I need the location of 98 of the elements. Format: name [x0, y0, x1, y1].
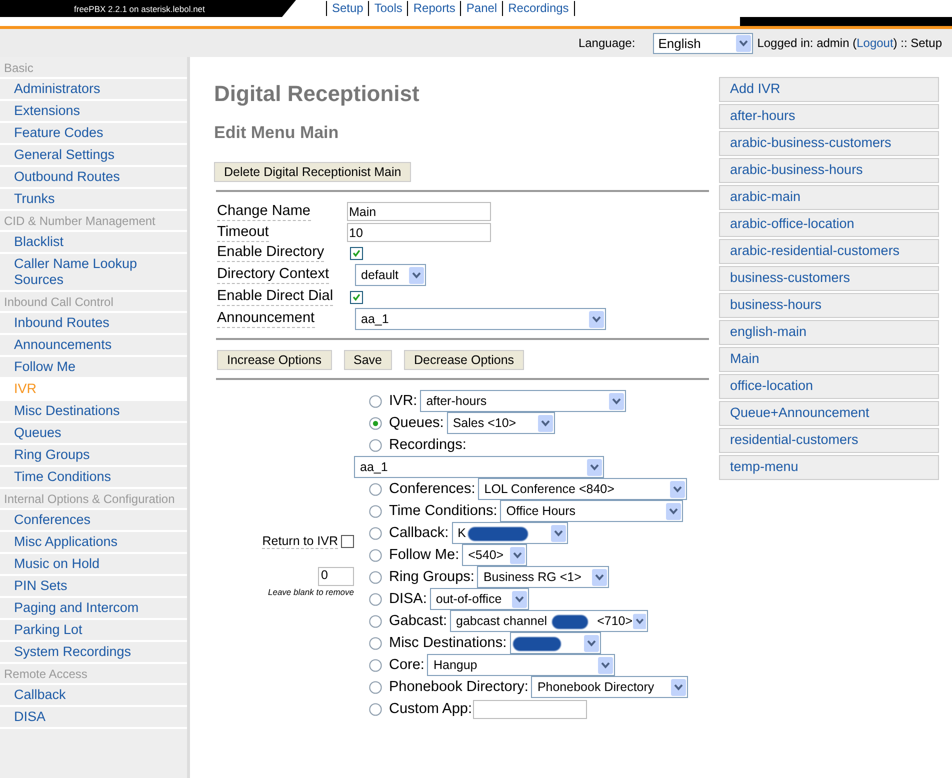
language-dropdown[interactable]: English — [653, 32, 754, 54]
nav-link[interactable]: Setup — [326, 1, 368, 16]
sidebar-item[interactable]: Misc Applications — [0, 532, 187, 554]
checkbox-label: Return to IVR — [262, 534, 338, 548]
sidebar-item[interactable]: Caller Name Lookup Sources — [0, 254, 187, 292]
dropdown[interactable]: <540> — [462, 544, 528, 566]
dropdown[interactable]: Business RG <1> — [477, 566, 610, 588]
sidebar-heading: Remote Access — [0, 664, 187, 685]
option-label: DISA: — [389, 591, 427, 607]
dropdown[interactable]: Hangup — [427, 654, 616, 676]
sidebar-item[interactable]: System Recordings — [0, 642, 187, 664]
input-field[interactable]: 10 — [347, 223, 491, 242]
ivr-link[interactable]: arabic-residential-customers — [719, 239, 939, 264]
option-label: Gabcast: — [389, 613, 448, 629]
ivr-link[interactable]: arabic-business-hours — [719, 158, 939, 183]
option-label: Phonebook Directory: — [389, 679, 528, 695]
option-label: Callback: — [389, 525, 449, 541]
field-label: Directory Context — [217, 266, 330, 284]
action-button[interactable]: Decrease Options — [404, 350, 524, 370]
sidebar-item[interactable]: Outbound Routes — [0, 167, 187, 189]
sidebar-heading: Inbound Call Control — [0, 292, 187, 313]
field-label: Change Name — [217, 202, 310, 220]
option-label: Follow Me: — [389, 547, 460, 563]
sidebar-item[interactable]: Conferences — [0, 510, 187, 532]
sidebar-item[interactable]: Administrators — [0, 79, 187, 101]
action-button[interactable]: Save — [344, 350, 392, 370]
sidebar-item[interactable]: Extensions — [0, 101, 187, 123]
option-label: Core: — [389, 657, 424, 673]
input-field[interactable]: 0 — [318, 566, 354, 586]
dropdown[interactable]: after-hours — [420, 390, 626, 412]
field-label: Enable Direct Dial — [217, 288, 334, 306]
dropdown[interactable]: default — [355, 264, 426, 286]
ivr-link[interactable]: business-hours — [719, 293, 939, 318]
sidebar-item[interactable]: Music on Hold — [0, 554, 187, 576]
dropdown[interactable]: LOL Conference <840> — [478, 478, 688, 500]
hint-text: Leave blank to remove — [268, 586, 354, 596]
sidebar-heading: CID & Number Management — [0, 211, 187, 232]
sidebar-item[interactable]: Trunks — [0, 189, 187, 211]
sidebar-heading: Basic — [0, 58, 187, 79]
ivr-link[interactable]: office-location — [719, 374, 939, 399]
input-field[interactable]: Main — [347, 202, 491, 221]
ivr-link[interactable]: business-customers — [719, 266, 939, 291]
ivr-link[interactable]: Queue+Announcement — [719, 401, 939, 426]
dropdown[interactable]: aa_1 — [354, 456, 604, 478]
nav-link[interactable]: Reports — [407, 1, 460, 16]
dropdown[interactable]: aa_1 — [355, 308, 606, 330]
nav-link[interactable]: Recordings — [502, 1, 575, 16]
login-status: Logged in: admin (Logout) :: Setup — [757, 36, 942, 50]
sidebar-item[interactable]: Parking Lot — [0, 620, 187, 642]
sidebar-item[interactable]: General Settings — [0, 145, 187, 167]
sidebar-item[interactable]: Queues — [0, 423, 187, 445]
language-label: Language: — [578, 36, 636, 50]
sidebar-item[interactable]: PIN Sets — [0, 576, 187, 598]
ivr-link[interactable]: temp-menu — [719, 455, 939, 480]
ivr-link[interactable]: arabic-main — [719, 185, 939, 210]
sidebar-heading: Internal Options & Configuration — [0, 489, 187, 510]
option-label: Time Conditions: — [389, 503, 498, 519]
sidebar-item[interactable]: Announcements — [0, 335, 187, 357]
field-label: Enable Directory — [217, 244, 324, 262]
dropdown[interactable]: Sales <10> — [446, 412, 555, 434]
option-label: Conferences: — [389, 481, 476, 497]
brand-title: freePBX 2.2.1 on asterisk.lebol.net — [0, 0, 296, 17]
ivr-link[interactable]: arabic-business-customers — [719, 131, 939, 156]
ivr-link[interactable]: english-main — [719, 320, 939, 345]
option-label: Recordings: — [389, 437, 466, 453]
ivr-link[interactable]: after-hours — [719, 104, 939, 129]
option-label: Ring Groups: — [389, 569, 474, 585]
section-title: Edit Menu Main — [214, 123, 340, 143]
sidebar-item[interactable]: Misc Destinations — [0, 401, 187, 423]
sidebar-item[interactable]: DISA — [0, 707, 187, 729]
ivr-link[interactable]: Add IVR — [719, 77, 939, 102]
ivr-link[interactable]: arabic-office-location — [719, 212, 939, 237]
nav-link[interactable]: Tools — [368, 1, 408, 16]
ivr-link[interactable]: residential-customers — [719, 428, 939, 453]
dropdown[interactable]: out-of-office — [430, 588, 529, 610]
nav-link[interactable]: Panel — [460, 1, 502, 16]
sidebar-item[interactable]: Blacklist — [0, 232, 187, 254]
dropdown[interactable]: Office Hours — [500, 500, 684, 522]
action-button[interactable]: Increase Options — [217, 350, 332, 370]
option-label: Custom App: — [389, 701, 472, 717]
dropdown[interactable]: Phonebook Directory — [531, 676, 688, 698]
sidebar-item[interactable]: Feature Codes — [0, 123, 187, 145]
ivr-link[interactable]: Main — [719, 347, 939, 372]
option-label: IVR: — [389, 393, 418, 409]
sidebar-item[interactable]: Ring Groups — [0, 445, 187, 467]
sidebar-item[interactable]: Time Conditions — [0, 467, 187, 489]
field-label: Timeout — [217, 224, 269, 242]
dropdown[interactable]: K — [452, 522, 568, 544]
option-label: Misc Destinations: — [389, 635, 507, 651]
dropdown[interactable]: gabcast channel <710> — [450, 610, 648, 632]
delete-button[interactable]: Delete Digital Receptionist Main — [214, 162, 412, 182]
field-label: Announcement — [217, 310, 315, 328]
sidebar-item[interactable]: Inbound Routes — [0, 313, 187, 335]
option-label: Queues: — [389, 415, 444, 431]
sidebar-item[interactable]: Callback — [0, 685, 187, 707]
logout-link[interactable]: Logout — [856, 36, 894, 50]
page-title: Digital Receptionist — [214, 81, 420, 107]
sidebar-item[interactable]: Paging and Intercom — [0, 598, 187, 620]
